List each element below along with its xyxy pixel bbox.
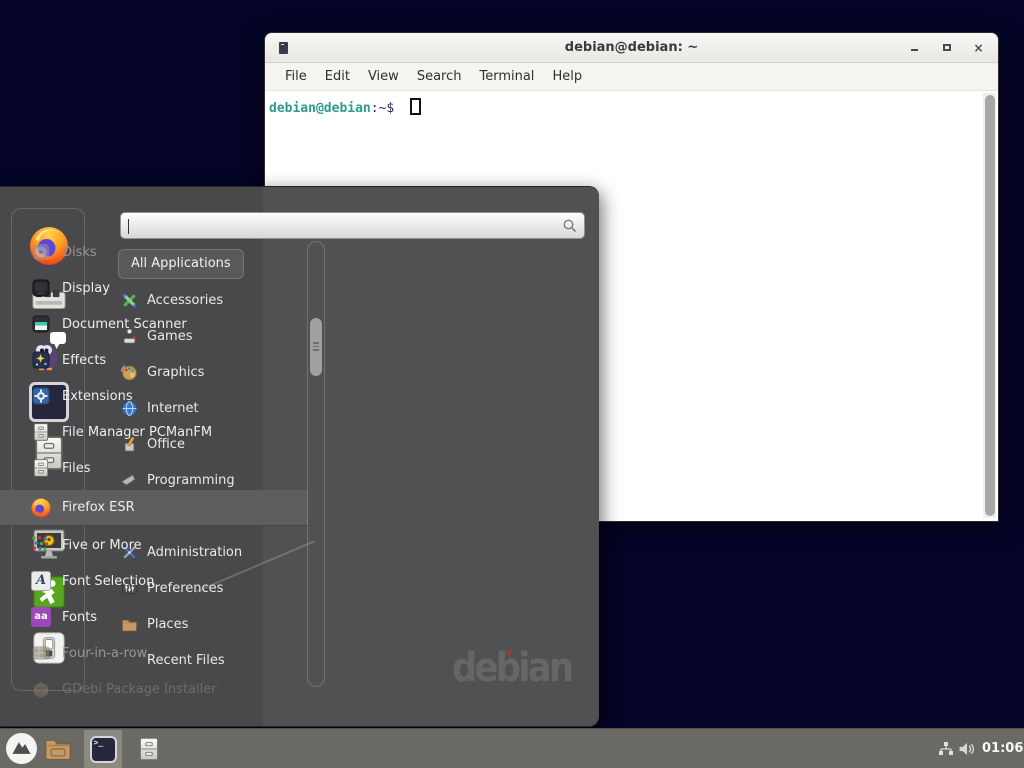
prompt-user-host: debian@debian <box>269 101 371 116</box>
speaker-icon <box>958 741 975 757</box>
terminal-menubar: File Edit View Search Terminal Help <box>265 63 998 91</box>
taskbar-cabinet-icon <box>136 736 162 762</box>
app-label: Fonts <box>62 610 97 625</box>
app-label: Effects <box>62 353 106 368</box>
app-row-font-selection[interactable]: A Font Selection <box>0 563 308 599</box>
app-label: Firefox ESR <box>62 500 135 515</box>
maximize-button[interactable] <box>939 41 954 56</box>
gdebi-icon <box>31 679 51 699</box>
app-label: File Manager PCManFM <box>62 425 212 440</box>
app-row-effects[interactable]: Effects <box>0 342 308 378</box>
prompt-symbol: :~$ <box>371 101 402 116</box>
close-button[interactable]: × <box>971 41 986 56</box>
app-list-scrollbar[interactable] <box>307 241 325 687</box>
app-label: GDebi Package Installer <box>62 682 217 697</box>
menu-item-help[interactable]: Help <box>543 69 591 84</box>
network-icon <box>938 741 954 757</box>
document-scanner-icon <box>31 314 51 334</box>
extensions-icon <box>31 386 51 406</box>
terminal-prompt-line: debian@debian:~$ <box>265 91 998 116</box>
menu-item-edit[interactable]: Edit <box>316 69 359 84</box>
fonts-icon: aa <box>31 607 51 627</box>
app-list-scrollbar-thumb[interactable] <box>310 318 322 376</box>
files-icon <box>31 458 51 478</box>
menu-item-file[interactable]: File <box>276 69 316 84</box>
font-selection-icon: A <box>31 571 51 591</box>
effects-icon <box>31 350 51 370</box>
app-label: Five or More <box>62 538 142 553</box>
app-label: Display <box>62 281 110 296</box>
search-input[interactable] <box>129 215 558 236</box>
menu-logo-icon <box>8 735 35 762</box>
app-row-five-or-more[interactable]: Five or More <box>0 527 308 563</box>
taskbar-files-button[interactable] <box>136 736 162 762</box>
search-icon <box>562 218 578 234</box>
app-row-firefox-esr[interactable]: Firefox ESR <box>0 490 308 526</box>
app-row-disks[interactable]: Disks <box>0 234 308 270</box>
app-label: Files <box>62 461 91 476</box>
app-row-display[interactable]: Display <box>0 270 308 306</box>
minimize-button[interactable] <box>907 41 922 56</box>
app-row-document-scanner[interactable]: Document Scanner <box>0 306 308 342</box>
watermark-red-dot <box>507 650 513 657</box>
app-row-gdebi[interactable]: GDebi Package Installer <box>0 671 308 707</box>
app-label: Font Selection <box>62 574 154 589</box>
network-tray-icon[interactable] <box>938 741 954 757</box>
folder-icon <box>44 736 72 762</box>
terminal-scrollbar[interactable] <box>983 93 996 518</box>
app-label: Document Scanner <box>62 317 187 332</box>
terminal-titlebar[interactable]: debian@debian: ~ × <box>265 33 998 63</box>
font-selection-glyph: A <box>36 573 46 588</box>
disks-icon <box>31 242 51 262</box>
taskbar-terminal-icon: >_ <box>90 736 117 763</box>
app-label: Disks <box>62 245 97 260</box>
fonts-glyph: aa <box>34 611 48 622</box>
taskbar-file-manager-button[interactable] <box>44 736 72 762</box>
taskbar-terminal-glyph: >_ <box>94 738 104 747</box>
taskbar-menu-button[interactable] <box>6 733 37 764</box>
menu-item-search[interactable]: Search <box>408 69 471 84</box>
display-icon <box>31 278 51 298</box>
terminal-cursor <box>410 98 421 115</box>
app-label: Four-in-a-row <box>62 646 147 661</box>
four-in-a-row-icon <box>31 643 51 663</box>
taskbar-clock[interactable]: 01:06 <box>982 729 1023 768</box>
app-row-four-in-a-row[interactable]: Four-in-a-row <box>0 635 308 671</box>
firefox-esr-icon <box>31 498 51 518</box>
five-or-more-icon <box>31 535 51 555</box>
taskbar: >_ 01:06 <box>0 728 1024 768</box>
app-row-fonts[interactable]: aa Fonts <box>0 599 308 635</box>
taskbar-terminal-button[interactable]: >_ <box>84 730 122 768</box>
app-row-pcmanfm[interactable]: File Manager PCManFM <box>0 414 308 450</box>
volume-tray-icon[interactable] <box>958 741 975 757</box>
menu-item-terminal[interactable]: Terminal <box>470 69 543 84</box>
terminal-window-title: debian@debian: ~ <box>265 33 998 63</box>
pcmanfm-icon <box>31 422 51 442</box>
menu-item-view[interactable]: View <box>359 69 408 84</box>
app-row-extensions[interactable]: Extensions <box>0 378 308 414</box>
app-label: Extensions <box>62 389 133 404</box>
terminal-scrollbar-thumb[interactable] <box>985 95 995 516</box>
applications-menu: debian >_ <box>0 186 599 727</box>
app-row-files[interactable]: Files <box>0 450 308 486</box>
